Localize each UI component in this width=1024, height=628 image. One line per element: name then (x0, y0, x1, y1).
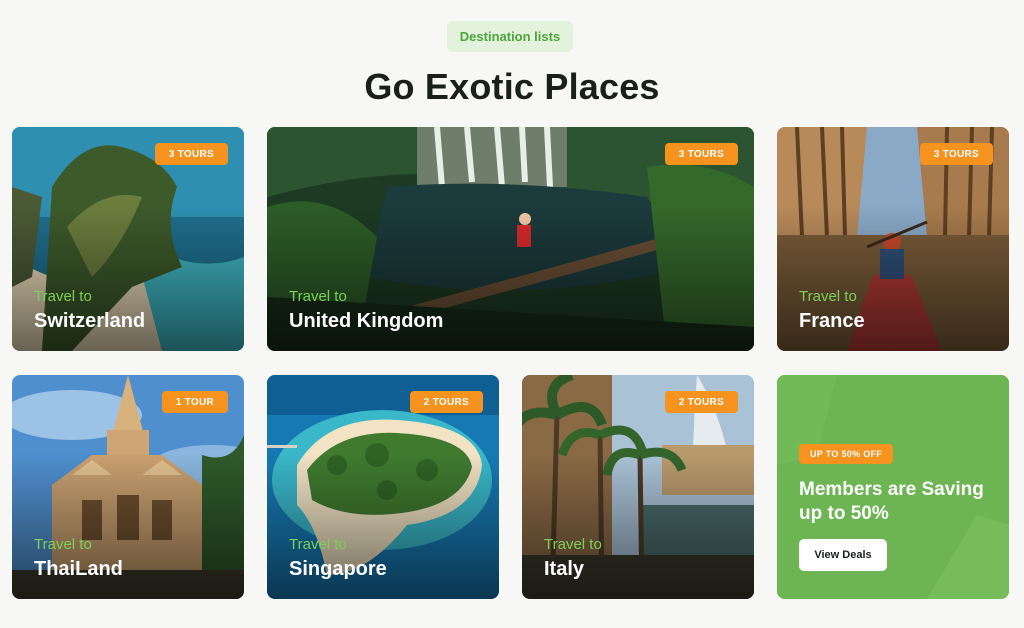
travel-to-label: Travel to (34, 288, 92, 305)
travel-to-label: Travel to (34, 536, 92, 553)
section-title: Go Exotic Places (364, 66, 660, 107)
destination-name: United Kingdom (289, 310, 444, 332)
destination-card-switzerland[interactable]: 3 TOURS Travel to Switzerland (12, 127, 244, 351)
tours-badge: 1 TOUR (161, 391, 228, 413)
destination-card-united-kingdom[interactable]: 3 TOURS Travel to United Kingdom (267, 127, 754, 351)
destination-card-thailand[interactable]: 1 TOUR Travel to ThaiLand (12, 375, 244, 599)
travel-to-label: Travel to (544, 536, 602, 553)
tours-badge: 2 TOURS (409, 391, 483, 413)
section-pill: Destination lists (447, 21, 573, 52)
destination-name: ThaiLand (34, 558, 123, 580)
destination-name: Switzerland (34, 310, 146, 332)
destination-name: France (799, 310, 865, 332)
members-deal-card: UP TO 50% OFF Members are Saving up to 5… (777, 375, 1009, 599)
tours-badge: 2 TOURS (664, 391, 738, 413)
tours-badge: 3 TOURS (664, 143, 738, 165)
tours-badge: 3 TOURS (919, 143, 993, 165)
travel-to-label: Travel to (289, 288, 347, 305)
destination-card-italy[interactable]: 2 TOURS Travel to Italy (522, 375, 754, 599)
destination-name: Italy (544, 558, 585, 580)
discount-badge: UP TO 50% OFF (799, 444, 894, 464)
travel-to-label: Travel to (799, 288, 857, 305)
promo-headline: Members are Saving up to 50% (799, 479, 984, 524)
destination-card-singapore[interactable]: 2 TOURS Travel to Singapore (267, 375, 499, 599)
view-deals-button[interactable]: View Deals (799, 539, 887, 571)
tours-badge: 3 TOURS (154, 143, 228, 165)
travel-to-label: Travel to (289, 536, 347, 553)
destination-card-france[interactable]: 3 TOURS Travel to France (777, 127, 1009, 351)
destination-name: Singapore (289, 558, 387, 580)
